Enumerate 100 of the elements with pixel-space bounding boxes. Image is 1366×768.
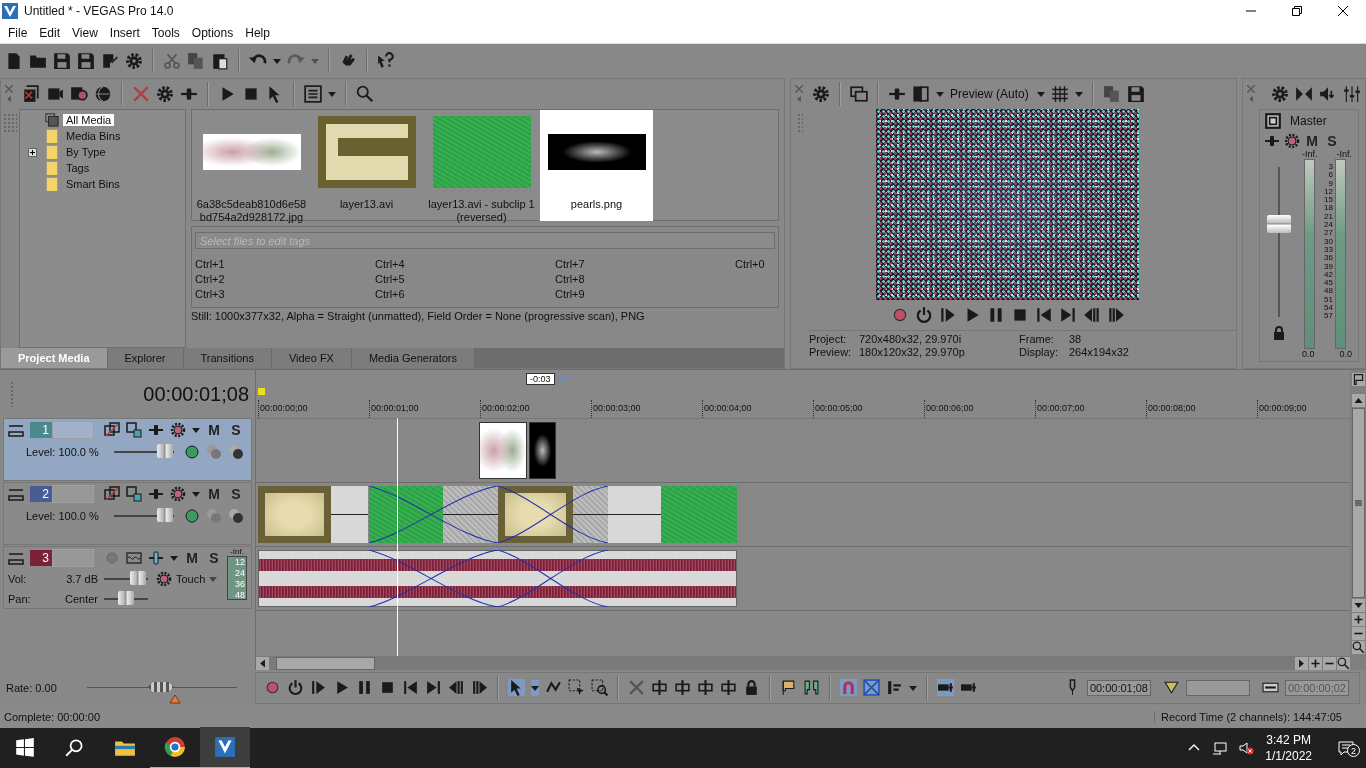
folder-icon[interactable]	[29, 52, 47, 70]
scrollbar-thumb[interactable]	[276, 656, 375, 670]
rewind-icon[interactable]	[1082, 306, 1101, 324]
settings-icon[interactable]	[812, 85, 830, 103]
split-icon[interactable]	[180, 85, 198, 103]
tag-shortcut[interactable]: Ctrl+5	[375, 272, 555, 287]
mask-icon[interactable]	[228, 508, 244, 524]
speaker-icon[interactable]	[1319, 85, 1337, 103]
tag-shortcut[interactable]: Ctrl+0	[735, 257, 775, 272]
next-icon[interactable]	[425, 679, 442, 696]
edit-tool-icon[interactable]	[508, 679, 525, 696]
waveform-icon[interactable]	[126, 550, 142, 566]
stop-icon[interactable]	[242, 85, 260, 103]
collapse-icon[interactable]	[8, 486, 24, 502]
tree-item[interactable]: By Type	[63, 146, 109, 158]
scroll-up-icon[interactable]	[1351, 394, 1365, 407]
dock-tab[interactable]: Explorer	[107, 348, 184, 368]
effects-icon[interactable]	[156, 85, 174, 103]
compositing-icon[interactable]	[104, 422, 120, 438]
zoom-in-icon[interactable]	[1309, 656, 1322, 670]
dock-tab[interactable]: Project Media	[1, 348, 108, 368]
play-from-start-icon[interactable]	[938, 306, 957, 324]
tree-item[interactable]: Tags	[63, 162, 93, 174]
menu-item[interactable]: View	[66, 25, 104, 40]
pan-icon[interactable]	[148, 550, 164, 566]
drag-handle[interactable]	[3, 113, 17, 133]
zoom-out-icon[interactable]	[1351, 627, 1365, 640]
app-taskbar-icon[interactable]	[200, 727, 250, 768]
media-file-item[interactable]: layer13.avi	[310, 110, 423, 221]
split-icon[interactable]	[148, 422, 164, 438]
import-media-icon[interactable]	[22, 85, 40, 103]
stop-icon[interactable]	[379, 679, 396, 696]
mask-icon[interactable]	[228, 444, 244, 460]
zoom-out-icon[interactable]	[1323, 656, 1336, 670]
time-ruler[interactable]: 00:00:00;00 00:00:01;00 00:00:02;00 00:00:03;00 00:00:04;00 00:00:05;00 00:00:06;00 00:00:07;00 00:00:08;00 00:00:09;00	[256, 400, 1350, 419]
new-file-icon[interactable]	[5, 52, 23, 70]
media-file-item[interactable]: 6a38c5deab810d6e58bd754a2d928172.jpg	[195, 110, 308, 221]
previous-icon[interactable]	[402, 679, 419, 696]
solo-button[interactable]: S	[206, 550, 222, 566]
selection-start-field[interactable]	[1186, 679, 1250, 696]
expand-icon[interactable]	[28, 147, 37, 157]
render-icon[interactable]	[101, 52, 119, 70]
views-icon[interactable]	[304, 85, 322, 103]
split-view-icon[interactable]	[912, 85, 930, 103]
tag-shortcut[interactable]: Ctrl+3	[195, 287, 375, 302]
dock-tab[interactable]: Media Generators	[351, 348, 475, 368]
pause-icon[interactable]	[356, 679, 373, 696]
collapse-icon[interactable]	[8, 550, 24, 566]
tag-shortcut[interactable]: Ctrl+4	[375, 257, 555, 272]
rewind-icon[interactable]	[448, 679, 465, 696]
tag-shortcut[interactable]: Ctrl+2	[195, 272, 375, 287]
tag-shortcut[interactable]: Ctrl+8	[555, 272, 735, 287]
loop-icon[interactable]	[287, 679, 304, 696]
solo-button[interactable]: S	[228, 422, 244, 438]
zoom-tool-icon[interactable]	[591, 679, 608, 696]
external-monitor-icon[interactable]	[850, 85, 868, 103]
volume-fader-handle[interactable]	[1267, 215, 1291, 233]
copy-snapshot-icon[interactable]	[1102, 85, 1121, 103]
level-slider-handle[interactable]	[157, 508, 173, 522]
save-snapshot-icon[interactable]	[1126, 85, 1145, 103]
downmix-icon[interactable]	[1295, 85, 1313, 103]
crossfade-curve[interactable]	[369, 550, 498, 607]
mute-button[interactable]: M	[1304, 133, 1320, 149]
mute-button[interactable]: M	[206, 486, 222, 502]
video-clip[interactable]	[529, 422, 556, 479]
region-icon[interactable]	[803, 679, 820, 696]
media-file-item[interactable]: pearls.png	[540, 110, 653, 221]
globe-icon[interactable]	[94, 85, 112, 103]
next-icon[interactable]	[1058, 306, 1077, 324]
trim-icon[interactable]	[651, 679, 668, 696]
pan-icon[interactable]	[1264, 133, 1280, 149]
tag-shortcut[interactable]: Ctrl+9	[555, 287, 735, 302]
fast-forward-icon[interactable]	[1106, 306, 1125, 324]
video-clip[interactable]	[331, 486, 368, 543]
mute-button[interactable]: M	[184, 550, 200, 566]
clock-time[interactable]: 3:42 PM	[1266, 732, 1311, 748]
cursor-position-field[interactable]: 00:00:01;08	[1087, 679, 1151, 696]
split-screen-icon[interactable]	[888, 85, 906, 103]
mute-button[interactable]: M	[206, 422, 222, 438]
tree-item[interactable]: Smart Bins	[63, 178, 123, 190]
copy-icon[interactable]	[187, 52, 205, 70]
record-icon[interactable]	[264, 679, 281, 696]
capture-icon[interactable]	[46, 85, 64, 103]
previous-icon[interactable]	[1034, 306, 1053, 324]
fx-icon[interactable]	[1284, 133, 1300, 149]
zoom-in-icon[interactable]	[1351, 613, 1365, 626]
tag-shortcut[interactable]: Ctrl+1	[195, 257, 375, 272]
media-file-item[interactable]: layer13.avi - subclip 1 (reversed)	[425, 110, 538, 221]
settings-icon[interactable]	[1271, 85, 1289, 103]
grip-lines-icon[interactable]	[1352, 497, 1364, 509]
menu-item[interactable]: Options	[185, 25, 240, 40]
video-clip[interactable]	[369, 486, 443, 543]
video-clip[interactable]	[608, 486, 661, 543]
crossfade-icon[interactable]	[863, 679, 880, 696]
mixer-icon[interactable]	[1343, 85, 1361, 103]
volume-muted-icon[interactable]	[1238, 740, 1255, 756]
save-icon[interactable]	[53, 52, 71, 70]
paste-icon[interactable]	[211, 52, 229, 70]
caret-icon[interactable]	[531, 679, 539, 696]
help-icon[interactable]	[377, 52, 395, 70]
